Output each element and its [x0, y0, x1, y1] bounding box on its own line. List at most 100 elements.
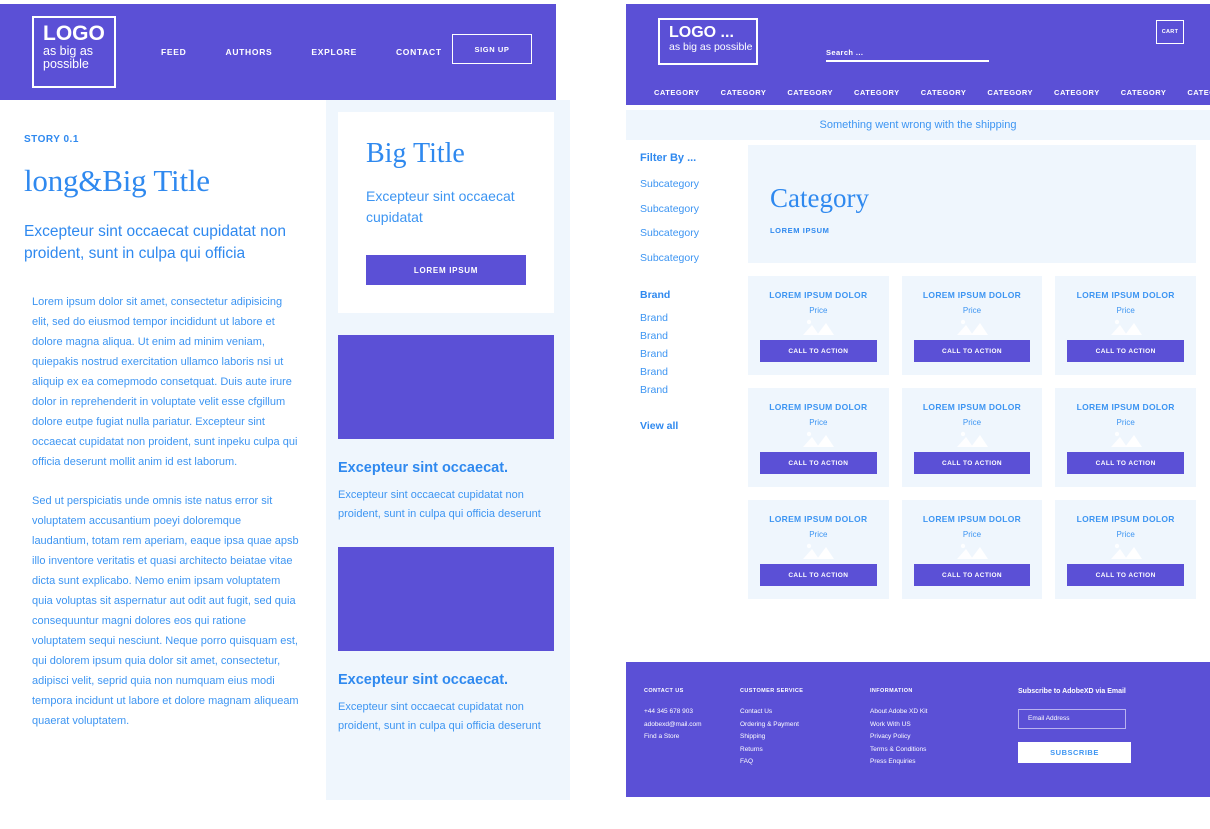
filter-subcategory-4[interactable]: Subcategory [640, 252, 748, 264]
footer-column-heading: INFORMATION [870, 688, 913, 694]
sidebar-block-heading-1: Excepteur sint occaecat. [338, 460, 509, 476]
footer-column-contact: CONTACT US +44 345 678 903 adobexd@mail.… [644, 688, 740, 797]
filter-by-title: Filter By ... [640, 152, 697, 164]
screenshot-root: LOGO as big as possible FEED AUTHORS EXP… [0, 0, 1210, 829]
footer-link-find-store[interactable]: Find a Store [644, 733, 740, 740]
search-underline [826, 60, 989, 62]
category-nav-item-9[interactable]: CATEGORY [1187, 88, 1210, 97]
product-card[interactable]: LOREM IPSUM DOLOR Price CALL TO ACTION [748, 276, 889, 375]
product-price: Price [962, 418, 982, 427]
category-nav-item-1[interactable]: CATEGORY [654, 88, 700, 97]
footer-link-phone[interactable]: +44 345 678 903 [644, 708, 740, 715]
shop-logo[interactable]: LOGO ... as big as possible [658, 18, 758, 65]
subscribe-button[interactable]: SUBSCRIBE [1018, 741, 1131, 763]
filter-brand-1[interactable]: Brand [640, 312, 748, 324]
product-cta-button[interactable]: CALL TO ACTION [1067, 340, 1184, 362]
product-cta-button[interactable]: CALL TO ACTION [913, 340, 1031, 362]
footer-link-contact-us[interactable]: Contact Us [740, 708, 870, 715]
product-card[interactable]: LOREM IPSUM DOLOR Price CALL TO ACTION [1055, 276, 1196, 375]
product-price: Price [809, 530, 828, 539]
footer-column-heading: CONTACT US [644, 688, 684, 694]
blog-header: LOGO as big as possible FEED AUTHORS EXP… [0, 4, 556, 100]
article-column: STORY 0.1 long&Big Title Excepteur sint … [0, 100, 326, 800]
article-paragraph-1: Lorem ipsum dolor sit amet, consectetur … [32, 295, 298, 469]
footer-link-about[interactable]: About Adobe XD Kit [870, 708, 1000, 715]
product-card[interactable]: LOREM IPSUM DOLOR Price CALL TO ACTION [901, 276, 1043, 375]
image-placeholder-icon [803, 319, 835, 335]
product-cta-button[interactable]: CALL TO ACTION [913, 564, 1031, 586]
product-price: Price [1116, 418, 1135, 427]
promo-cta-button[interactable]: LOREM IPSUM [366, 255, 526, 285]
product-cta-button[interactable]: CALL TO ACTION [913, 452, 1031, 474]
cart-button[interactable]: CART [1156, 20, 1184, 44]
product-cta-button[interactable]: CALL TO ACTION [760, 340, 877, 362]
footer-link-press[interactable]: Press Enquiries [870, 758, 1000, 765]
category-nav: CATEGORY CATEGORY CATEGORY CATEGORY CATE… [626, 79, 1210, 105]
product-cta-button[interactable]: CALL TO ACTION [760, 564, 877, 586]
footer-link-ordering[interactable]: Ordering & Payment [740, 721, 870, 728]
blog-logo-main: LOGO [43, 22, 105, 45]
footer-link-work-with-us[interactable]: Work With US [870, 721, 1000, 728]
shop-header: LOGO ... as big as possible Search ... C… [626, 4, 1210, 79]
product-catalog: Category LOREM IPSUM LOREM IPSUM DOLOR P… [748, 145, 1210, 660]
category-nav-item-7[interactable]: CATEGORY [1054, 88, 1100, 97]
product-card[interactable]: LOREM IPSUM DOLOR Price CALL TO ACTION [1055, 388, 1196, 487]
product-card[interactable]: LOREM IPSUM DOLOR Price CALL TO ACTION [901, 500, 1043, 599]
filter-subcategory-2[interactable]: Subcategory [640, 203, 748, 215]
footer-link-faq[interactable]: FAQ [740, 758, 870, 765]
product-price: Price [1116, 306, 1135, 315]
image-placeholder-icon [956, 431, 988, 447]
subscribe-heading: Subscribe to AdobeXD via Email [1018, 688, 1126, 695]
sign-up-button[interactable]: SIGN UP [452, 34, 532, 64]
product-cta-button[interactable]: CALL TO ACTION [1067, 564, 1184, 586]
footer-link-shipping[interactable]: Shipping [740, 733, 870, 740]
footer-link-terms[interactable]: Terms & Conditions [870, 746, 1000, 753]
category-nav-item-4[interactable]: CATEGORY [854, 88, 900, 97]
product-card[interactable]: LOREM IPSUM DOLOR Price CALL TO ACTION [748, 500, 889, 599]
nav-item-explore[interactable]: EXPLORE [311, 47, 357, 57]
view-all-link[interactable]: View all [640, 420, 748, 432]
search-field[interactable]: Search ... [826, 48, 989, 62]
blog-logo[interactable]: LOGO as big as possible [32, 16, 116, 88]
product-card[interactable]: LOREM IPSUM DOLOR Price CALL TO ACTION [901, 388, 1043, 487]
product-cta-button[interactable]: CALL TO ACTION [1067, 452, 1184, 474]
promo-title: Big Title [366, 138, 465, 169]
filter-brand-5[interactable]: Brand [640, 384, 748, 396]
product-price: Price [809, 418, 828, 427]
category-nav-item-3[interactable]: CATEGORY [787, 88, 833, 97]
nav-item-contact[interactable]: CONTACT [396, 47, 442, 57]
product-card[interactable]: LOREM IPSUM DOLOR Price CALL TO ACTION [1055, 500, 1196, 599]
shop-main: Filter By ... Subcategory Subcategory Su… [626, 145, 1210, 660]
image-placeholder-icon [1110, 431, 1142, 447]
nav-item-authors[interactable]: AUTHORS [225, 47, 272, 57]
footer-link-privacy[interactable]: Privacy Policy [870, 733, 1000, 740]
shop-logo-main: LOGO ... [669, 24, 734, 41]
category-title: Category [770, 183, 869, 213]
blog-nav: FEED AUTHORS EXPLORE CONTACT [161, 47, 442, 57]
footer-link-email[interactable]: adobexd@mail.com [644, 721, 740, 728]
filter-brand-4[interactable]: Brand [640, 366, 748, 378]
filter-brand-2[interactable]: Brand [640, 330, 748, 342]
category-subtitle: LOREM IPSUM [770, 226, 830, 235]
blog-logo-sub: as big as possible [43, 44, 94, 72]
category-nav-item-8[interactable]: CATEGORY [1121, 88, 1167, 97]
product-card[interactable]: LOREM IPSUM DOLOR Price CALL TO ACTION [748, 388, 889, 487]
category-nav-item-2[interactable]: CATEGORY [721, 88, 767, 97]
product-cta-button[interactable]: CALL TO ACTION [760, 452, 877, 474]
footer-link-returns[interactable]: Returns [740, 746, 870, 753]
category-nav-item-6[interactable]: CATEGORY [987, 88, 1033, 97]
email-address-input[interactable] [1018, 708, 1126, 729]
filter-subcategory-1[interactable]: Subcategory [640, 178, 748, 190]
nav-item-feed[interactable]: FEED [161, 47, 186, 57]
image-placeholder-icon [1110, 543, 1142, 559]
filter-subcategory-3[interactable]: Subcategory [640, 227, 748, 239]
footer-column-heading: CUSTOMER SERVICE [740, 688, 804, 694]
filter-spacer [640, 276, 748, 289]
product-name: LOREM IPSUM DOLOR [1076, 402, 1175, 412]
product-grid: LOREM IPSUM DOLOR Price CALL TO ACTION L… [748, 276, 1196, 599]
footer-column-customer-service: CUSTOMER SERVICE Contact Us Ordering & P… [740, 688, 870, 797]
category-banner: Category LOREM IPSUM [748, 145, 1196, 263]
category-nav-item-5[interactable]: CATEGORY [921, 88, 967, 97]
filter-brand-3[interactable]: Brand [640, 348, 748, 360]
shop-footer: CONTACT US +44 345 678 903 adobexd@mail.… [626, 662, 1210, 797]
